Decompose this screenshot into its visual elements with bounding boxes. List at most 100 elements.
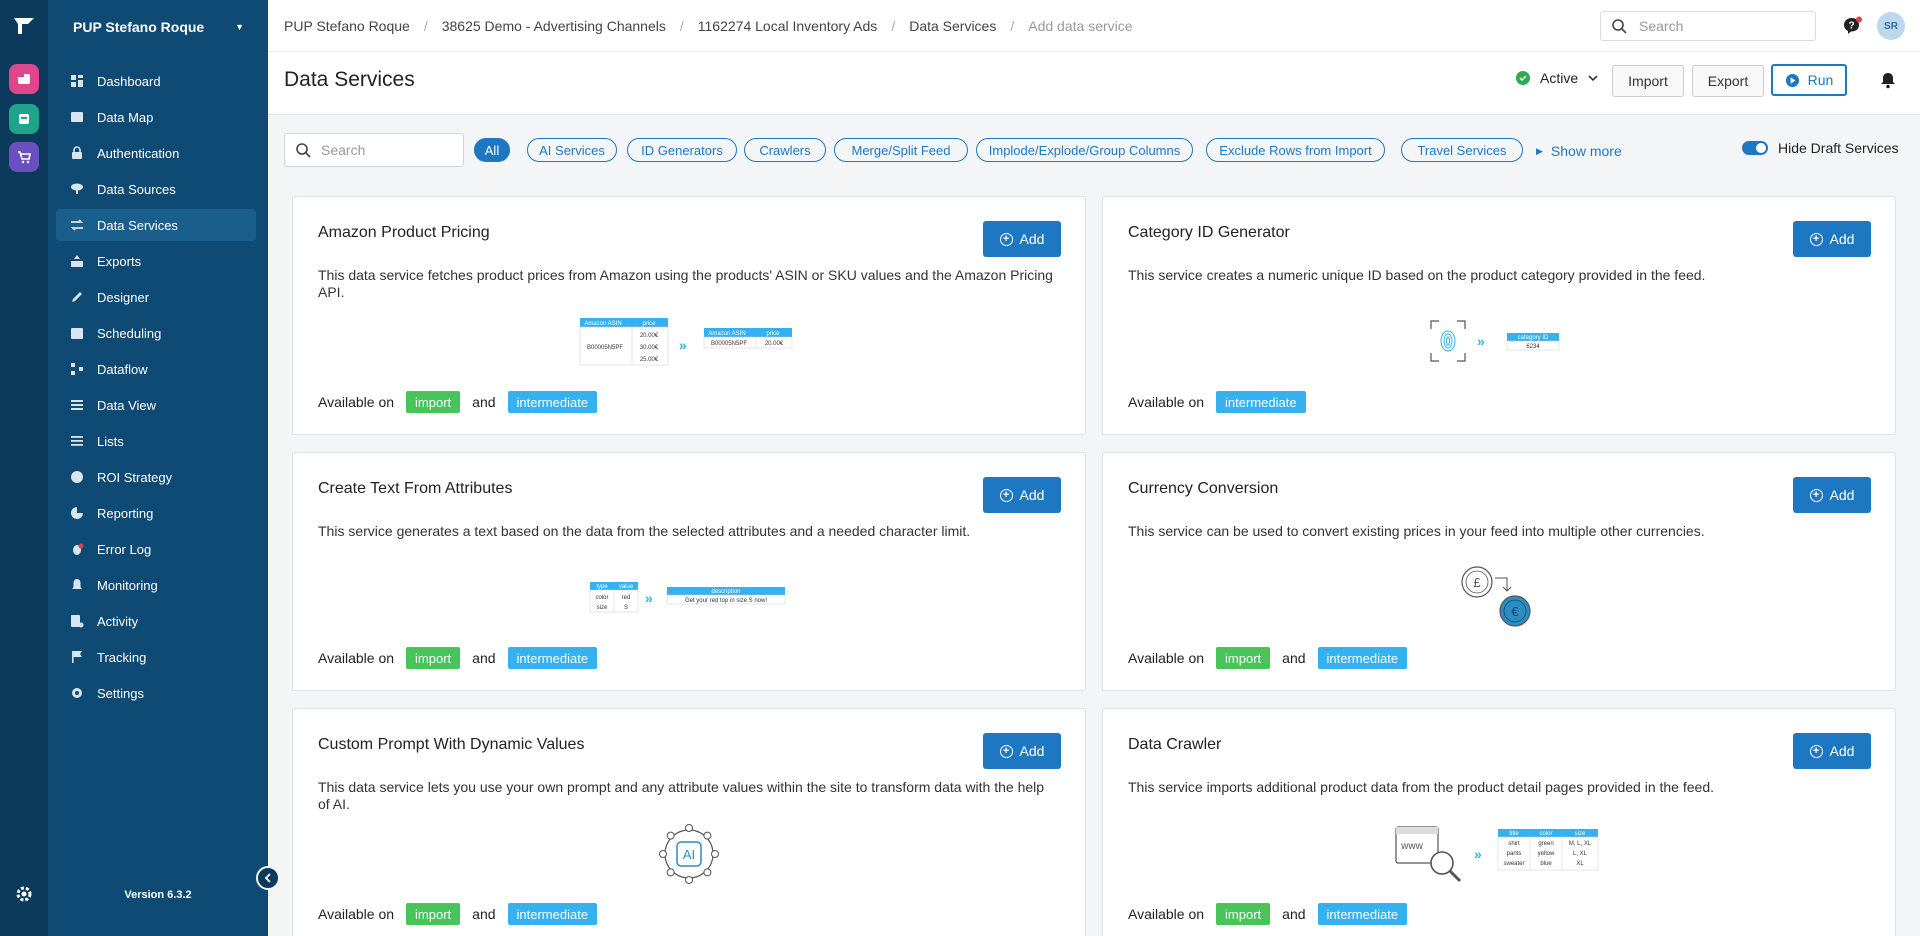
notifications-bell-icon[interactable] <box>1879 71 1897 89</box>
import-button[interactable]: Import <box>1612 65 1684 97</box>
sidebar-item-tracking[interactable]: Tracking <box>56 641 256 673</box>
list-icon <box>69 433 85 449</box>
sidebar-item-settings[interactable]: Settings <box>56 677 256 709</box>
sidebar-item-label: Dataflow <box>97 361 148 377</box>
app-switch-store-icon[interactable] <box>9 104 39 134</box>
sidebar-item-designer[interactable]: Designer <box>56 281 256 313</box>
sidebar-item-dashboard[interactable]: Dashboard <box>56 65 256 97</box>
app-switch-feeds-icon[interactable] <box>9 64 39 94</box>
page-header: Data Services Active Import Export Run <box>268 52 1920 115</box>
breadcrumb-item[interactable]: PUP Stefano Roque <box>284 18 410 34</box>
sidebar-item-label: Authentication <box>97 145 180 161</box>
illustration-text: value <box>619 584 634 590</box>
sidebar-item-authentication[interactable]: Authentication <box>56 137 256 169</box>
illustration-text: Amazon ASIN <box>584 321 621 327</box>
filter-chip-all[interactable]: All <box>474 138 510 162</box>
intermediate-tag: intermediate <box>507 903 598 925</box>
breadcrumb-item[interactable]: Data Services <box>909 18 996 34</box>
illustration-text: www <box>1400 841 1423 852</box>
add-service-button[interactable]: + Add <box>983 477 1061 513</box>
sidebar-item-roi-strategy[interactable]: ROI Strategy <box>56 461 256 493</box>
and-label: and <box>1282 650 1306 666</box>
chevron-down-icon <box>1588 75 1598 82</box>
show-more-link[interactable]: ▶ Show more <box>1536 143 1622 159</box>
toggle-switch[interactable] <box>1742 141 1768 155</box>
illustration-text: 6234 <box>1526 344 1540 350</box>
sidebar-item-label: ROI Strategy <box>97 469 173 485</box>
sidebar-item-label: Data Services <box>97 217 178 233</box>
add-service-button[interactable]: + Add <box>1793 477 1871 513</box>
breadcrumb-item[interactable]: 1162274 Local Inventory Ads <box>698 18 878 34</box>
collapse-sidebar-button[interactable] <box>256 866 280 890</box>
illustration-text: description <box>711 589 740 595</box>
export-button[interactable]: Export <box>1692 65 1764 97</box>
logo-icon[interactable] <box>12 14 36 36</box>
add-service-button[interactable]: + Add <box>983 221 1061 257</box>
sidebar-item-dataflow[interactable]: Dataflow <box>56 353 256 385</box>
account-switcher[interactable]: PUP Stefano Roque ▼ <box>73 17 244 37</box>
service-search-input[interactable]: Search <box>284 133 464 167</box>
sidebar-item-label: Data Sources <box>97 181 176 197</box>
illustration-ai: AI <box>659 824 719 884</box>
plus-circle-icon: + <box>1809 488 1823 502</box>
filter-chip-id-generators[interactable]: ID Generators <box>627 138 737 162</box>
flag-icon <box>69 649 85 665</box>
sidebar-item-activity[interactable]: Activity <box>56 605 256 637</box>
add-service-button[interactable]: + Add <box>983 733 1061 769</box>
filter-chip-merge-split-feed[interactable]: Merge/Split Feed <box>834 138 968 162</box>
sidebar-item-data-services[interactable]: Data Services <box>56 209 256 241</box>
card-illustration: Amazon ASIN price B00005N5PF 20.00€ 30.00€ 25… <box>293 307 1085 377</box>
gear-icon[interactable] <box>14 884 34 904</box>
illustration-text: £ <box>1473 575 1481 590</box>
sidebar-item-monitoring[interactable]: Monitoring <box>56 569 256 601</box>
sidebar-item-label: Data Map <box>97 109 154 125</box>
illustration-text: red <box>622 595 631 601</box>
calendar-icon <box>69 325 85 341</box>
service-card: Currency Conversion + Add This service can … <box>1102 452 1896 691</box>
avatar[interactable]: SR <box>1877 12 1905 40</box>
illustration-text: sweater <box>1503 861 1524 867</box>
global-search-input[interactable]: Search <box>1600 11 1816 41</box>
hide-drafts-toggle[interactable]: Hide Draft Services <box>1742 140 1899 156</box>
available-on-label: Available on <box>318 650 395 666</box>
illustration-text: yellow <box>1538 851 1555 857</box>
available-on-label: Available on <box>1128 394 1205 410</box>
illustration-text: price <box>642 321 656 327</box>
global-search-placeholder: Search <box>1639 18 1684 34</box>
app-switch-cart-icon[interactable] <box>9 142 39 172</box>
breadcrumb-separator: / <box>891 18 896 34</box>
intermediate-tag: intermediate <box>1317 647 1408 669</box>
sidebar-item-lists[interactable]: Lists <box>56 425 256 457</box>
illustration-text: size <box>1575 831 1586 837</box>
sidebar-item-error-log[interactable]: Error Log <box>56 533 256 565</box>
add-service-button[interactable]: + Add <box>1793 733 1871 769</box>
breadcrumb-separator: / <box>423 18 428 34</box>
filter-chip-implode-explode-group-columns[interactable]: Implode/Explode/Group Columns <box>976 138 1193 162</box>
illustration-text: L, XL <box>1573 851 1588 857</box>
gear-icon <box>69 685 85 701</box>
filter-chip-crawlers[interactable]: Crawlers <box>744 138 826 162</box>
breadcrumb-item[interactable]: 38625 Demo - Advertising Channels <box>442 18 666 34</box>
sidebar-item-data-sources[interactable]: Data Sources <box>56 173 256 205</box>
sidebar-item-exports[interactable]: Exports <box>56 245 256 277</box>
help-icon[interactable]: ? <box>1842 16 1862 36</box>
card-description: This service creates a numeric unique ID… <box>1128 267 1706 283</box>
sidebar-item-data-view[interactable]: Data View <box>56 389 256 421</box>
filter-chip-travel-services[interactable]: Travel Services <box>1401 138 1523 162</box>
card-title: Custom Prompt With Dynamic Values <box>318 736 585 753</box>
bell-icon <box>69 577 85 593</box>
illustration-text: price <box>766 331 780 337</box>
sidebar-item-label: Data View <box>97 397 157 413</box>
sidebar-item-scheduling[interactable]: Scheduling <box>56 317 256 349</box>
add-service-button[interactable]: + Add <box>1793 221 1871 257</box>
illustration-text: 20.00€ <box>765 341 784 347</box>
add-label: Add <box>1019 487 1045 503</box>
sidebar-item-data-map[interactable]: Data Map <box>56 101 256 133</box>
run-button[interactable]: Run <box>1771 64 1847 96</box>
illustration-currency: £€ <box>1461 566 1531 627</box>
account-name: PUP Stefano Roque <box>73 19 205 35</box>
filter-chip-exclude-rows-from-import[interactable]: Exclude Rows from Import <box>1206 138 1385 162</box>
filter-chip-ai-services[interactable]: AI Services <box>527 138 617 162</box>
sidebar-item-reporting[interactable]: Reporting <box>56 497 256 529</box>
status-dropdown[interactable]: Active <box>1516 70 1598 86</box>
